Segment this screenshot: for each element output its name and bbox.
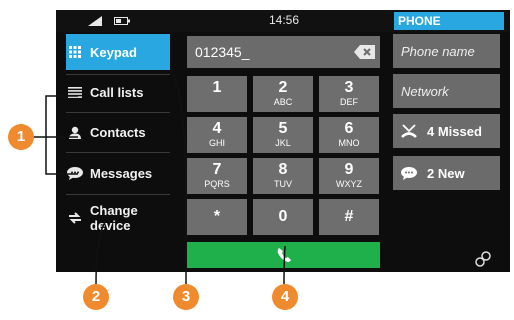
callout-lines [30, 71, 286, 285]
callout-2: 2 [83, 284, 109, 310]
callout-4: 4 [272, 284, 298, 310]
callout-1: 1 [8, 124, 34, 150]
callout-3: 3 [173, 284, 199, 310]
